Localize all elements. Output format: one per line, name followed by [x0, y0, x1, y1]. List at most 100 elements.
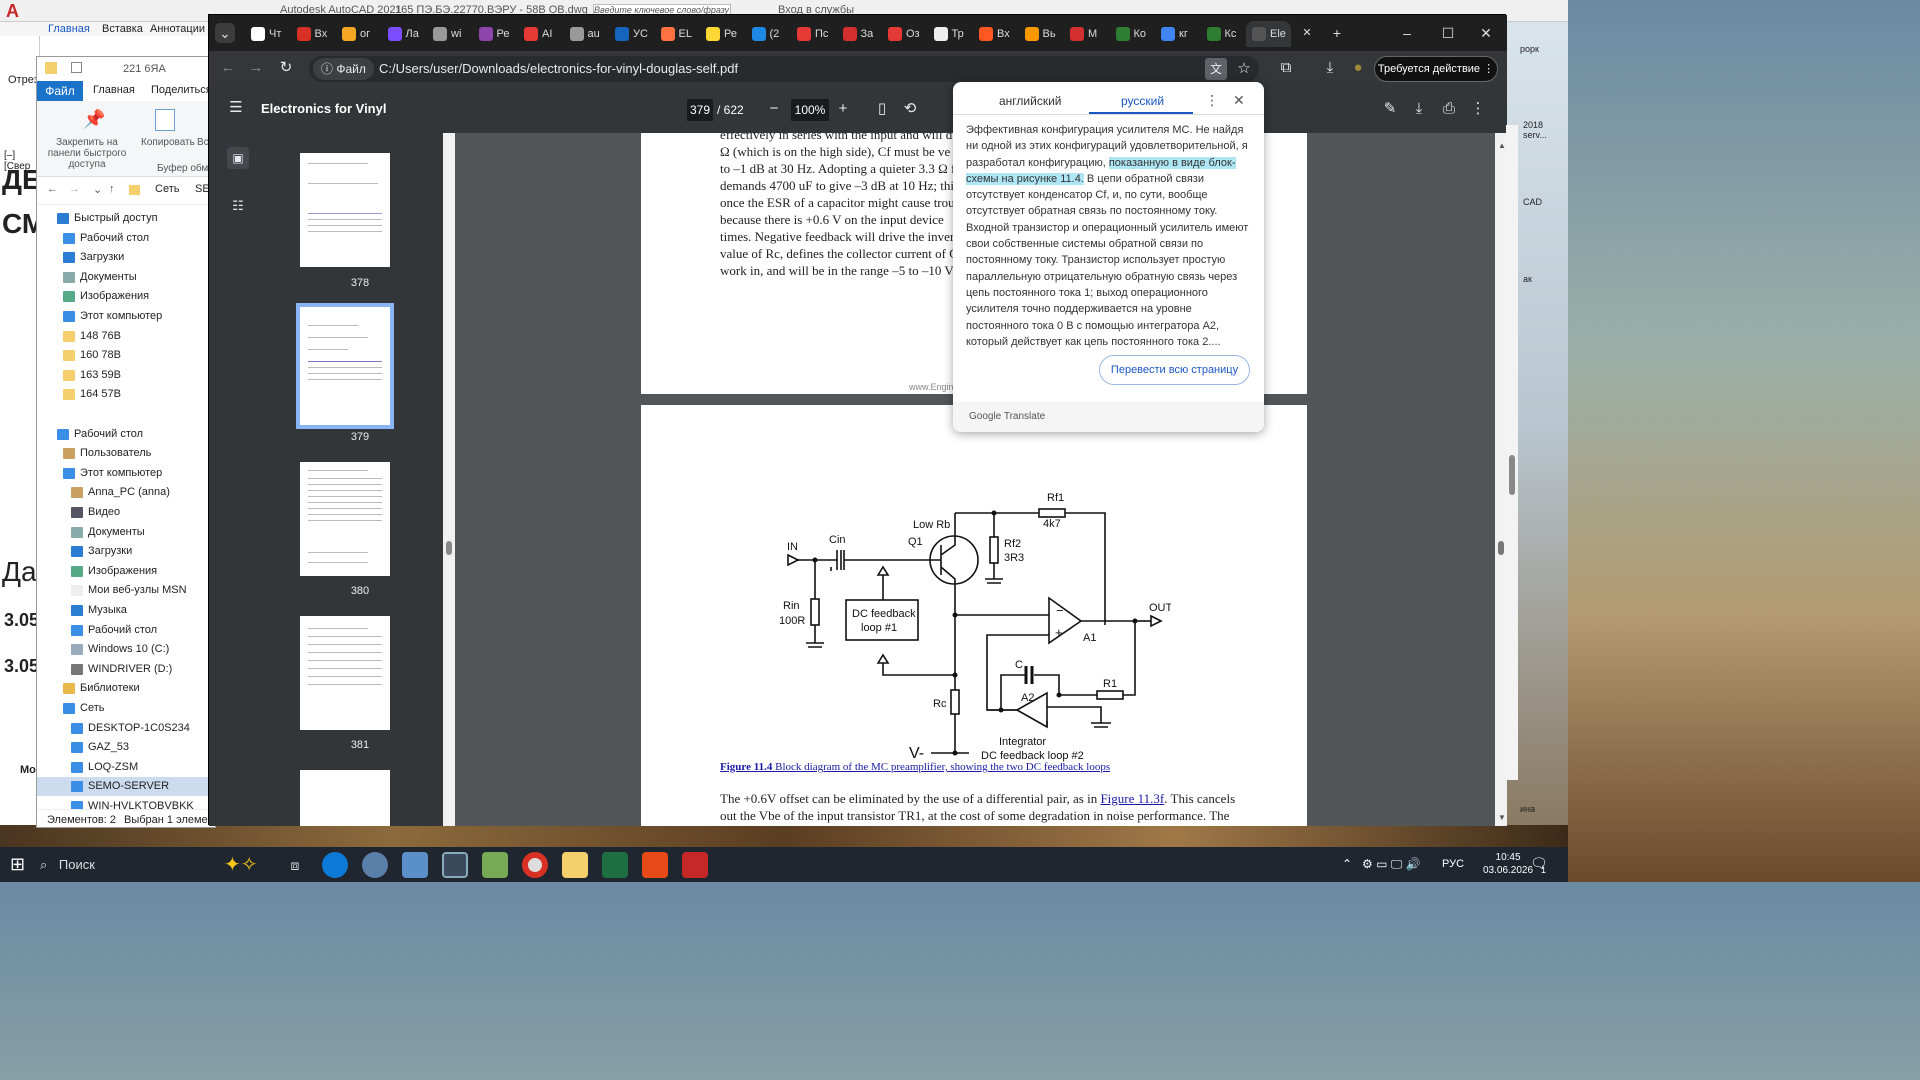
- browser-tab[interactable]: Ре: [700, 21, 744, 47]
- up-arrow-icon[interactable]: ↑: [109, 183, 115, 195]
- tree-item[interactable]: Этот компьютер: [37, 307, 217, 326]
- tree-item[interactable]: Музыка: [37, 601, 217, 620]
- browser-tab[interactable]: au: [564, 21, 608, 47]
- language-indicator[interactable]: РУС: [1442, 858, 1464, 870]
- browser-tab[interactable]: Ele: [1246, 21, 1291, 47]
- thumbnail-page-380[interactable]: [300, 462, 390, 576]
- copy-button[interactable]: Копировать: [141, 137, 195, 148]
- translate-tab-english[interactable]: английский: [999, 94, 1061, 108]
- maximize-icon[interactable]: ☐: [1438, 23, 1458, 43]
- zoom-out-icon[interactable]: −: [763, 98, 785, 120]
- tree-item[interactable]: Этот компьютер: [37, 464, 217, 483]
- tree-item[interactable]: Рабочий стол: [37, 621, 217, 640]
- browser-tab[interactable]: Тр: [928, 21, 972, 47]
- pin-icon[interactable]: 📌: [83, 109, 105, 130]
- calculator-icon[interactable]: [402, 852, 428, 878]
- windows-start-icon[interactable]: ⊞: [10, 854, 25, 875]
- tab-search-icon[interactable]: ⌄: [215, 23, 235, 43]
- tree-item[interactable]: Рабочий стол: [37, 229, 217, 248]
- annotate-icon[interactable]: ✎: [1379, 98, 1401, 120]
- browser-tab[interactable]: Вх: [973, 21, 1017, 47]
- rotate-icon[interactable]: ⟲: [899, 98, 921, 120]
- explorer-tab-home[interactable]: Главная: [93, 84, 135, 96]
- figure-caption-label[interactable]: Figure 11.4: [720, 761, 772, 773]
- pin-quick-access-button[interactable]: Закрепить на панели быстрого доступа: [41, 137, 133, 170]
- tree-item[interactable]: Anna_PC (anna): [37, 483, 217, 502]
- tree-item[interactable]: Windows 10 (C:): [37, 640, 217, 659]
- tray-chevron-icon[interactable]: ⌃: [1342, 857, 1352, 871]
- translate-more-icon[interactable]: ⋮: [1205, 92, 1219, 109]
- browser-tab[interactable]: Вх: [291, 21, 335, 47]
- thumbnail-page-378[interactable]: [300, 153, 390, 267]
- translate-close-icon[interactable]: ✕: [1233, 92, 1245, 109]
- app-icon-1[interactable]: [362, 852, 388, 878]
- explorer-tab-share[interactable]: Поделиться: [151, 84, 212, 96]
- browser-tab[interactable]: За: [837, 21, 881, 47]
- autocad-logo-icon[interactable]: A: [6, 1, 19, 22]
- chrome-taskbar-icon[interactable]: [522, 852, 548, 878]
- print-icon[interactable]: ⎙: [1438, 98, 1460, 120]
- tree-item[interactable]: Сеть: [37, 699, 217, 718]
- paste-button[interactable]: Вс: [197, 137, 209, 148]
- tree-item[interactable]: Библиотеки: [37, 679, 217, 698]
- browser-tab[interactable]: Оз: [882, 21, 926, 47]
- bookmark-star-icon[interactable]: ☆: [1233, 58, 1255, 80]
- tray-icons[interactable]: ⚙ ▭ 🖵 🔊: [1362, 857, 1421, 872]
- profile-avatar-icon[interactable]: ●: [1347, 57, 1369, 79]
- browser-tab[interactable]: AI: [518, 21, 562, 47]
- tree-item[interactable]: WIN-HVLKTQBVBKK: [37, 797, 217, 809]
- tree-item[interactable]: WINDRIVER (D:): [37, 660, 217, 679]
- tree-item[interactable]: 164 57В: [37, 385, 217, 404]
- autocad-tab-home[interactable]: Главная: [48, 23, 90, 35]
- figure-11-3f-link[interactable]: Figure 11.3f: [1100, 791, 1164, 806]
- tree-item[interactable]: 148 76В: [37, 327, 217, 346]
- taskbar-clock[interactable]: 10:45 03.06.2026: [1483, 851, 1533, 877]
- app-icon-2[interactable]: [442, 852, 468, 878]
- edge-icon[interactable]: [322, 852, 348, 878]
- extensions-icon[interactable]: ⧉: [1275, 57, 1297, 79]
- tree-item[interactable]: Документы: [37, 523, 217, 542]
- close-icon[interactable]: ✕: [1476, 23, 1496, 43]
- tree-item[interactable]: Изображения: [37, 562, 217, 581]
- tree-item[interactable]: Изображения: [37, 287, 217, 306]
- url-text[interactable]: C:/Users/user/Downloads/electronics-for-…: [379, 56, 738, 82]
- explorer-taskbar-icon[interactable]: [562, 852, 588, 878]
- forward-icon[interactable]: →: [245, 57, 267, 79]
- browser-tab[interactable]: Вь: [1019, 21, 1063, 47]
- address-bar[interactable]: ⓘ Файл C:/Users/user/Downloads/electroni…: [309, 56, 1259, 82]
- browser-tab[interactable]: wi: [427, 21, 471, 47]
- app-icon-3[interactable]: [642, 852, 668, 878]
- tree-item[interactable]: Документы: [37, 268, 217, 287]
- autocad-taskbar-icon[interactable]: [682, 852, 708, 878]
- translate-full-page-button[interactable]: Перевести всю страницу: [1099, 355, 1250, 385]
- browser-tab[interactable]: Ре: [473, 21, 517, 47]
- browser-tab[interactable]: EL: [655, 21, 699, 47]
- tree-item[interactable]: Пользователь: [37, 444, 217, 463]
- browser-tab[interactable]: ог: [336, 21, 380, 47]
- autocad-tab-annotate[interactable]: Аннотации: [150, 23, 205, 35]
- thumbnails-icon[interactable]: ▣: [227, 147, 249, 169]
- copilot-sparkle-icon[interactable]: ✦✧: [224, 851, 258, 879]
- translate-tab-russian[interactable]: русский: [1121, 94, 1164, 108]
- checkbox-icon[interactable]: [71, 62, 82, 73]
- browser-tab[interactable]: Чт: [245, 21, 289, 47]
- copy-icon[interactable]: [155, 109, 175, 131]
- task-view-icon[interactable]: ⧈: [282, 852, 308, 878]
- explorer-tab-file[interactable]: Файл: [37, 81, 83, 101]
- menu-icon[interactable]: ☰: [225, 97, 247, 119]
- chevron-down-icon[interactable]: ⌄: [93, 183, 102, 196]
- tree-item[interactable]: SEMO-SERVER: [37, 777, 217, 797]
- reload-icon[interactable]: ↻: [275, 57, 297, 79]
- tree-item[interactable]: Мои веб-узлы MSN: [37, 581, 217, 600]
- tree-item[interactable]: Загрузки: [37, 248, 217, 267]
- minimize-icon[interactable]: –: [1397, 23, 1417, 43]
- tree-item[interactable]: Быстрый доступ: [37, 209, 217, 228]
- outline-icon[interactable]: ☷: [227, 195, 249, 217]
- thumbnail-page-382[interactable]: [300, 770, 390, 826]
- taskbar-search[interactable]: ⌕ Поиск ✦✧: [40, 851, 270, 879]
- browser-tab[interactable]: (2: [746, 21, 790, 47]
- downloads-icon[interactable]: ⤓: [1319, 57, 1341, 79]
- autocad-scrollbar[interactable]: [1506, 125, 1518, 780]
- back-icon[interactable]: ←: [217, 57, 239, 79]
- excel-icon[interactable]: [602, 852, 628, 878]
